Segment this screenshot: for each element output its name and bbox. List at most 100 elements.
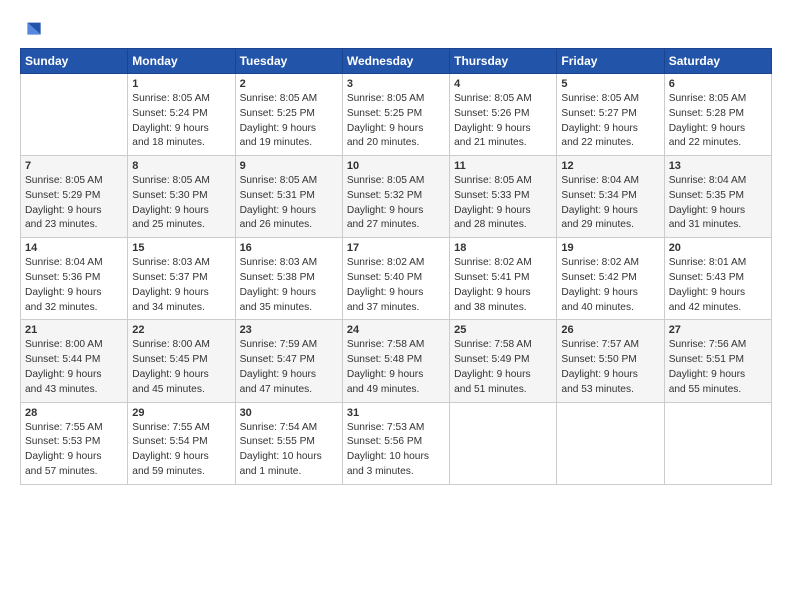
day-number: 10 — [347, 160, 445, 172]
day-info: Sunrise: 7:54 AM Sunset: 5:55 PM Dayligh… — [240, 421, 338, 480]
header — [20, 16, 772, 40]
calendar-cell: 30 Sunrise: 7:54 AM Sunset: 5:55 PM Dayli… — [235, 402, 342, 484]
calendar-cell: 29 Sunrise: 7:55 AM Sunset: 5:54 PM Dayli… — [128, 402, 235, 484]
calendar-cell: 17 Sunrise: 8:02 AM Sunset: 5:40 PM Dayli… — [342, 238, 449, 320]
day-number: 26 — [561, 324, 659, 336]
calendar-cell: 19Sunrise: 8:02 AM Sunset: 5:42 PM Dayli… — [557, 238, 664, 320]
day-number: 30 — [240, 407, 338, 419]
calendar-body: 1 Sunrise: 8:05 AM Sunset: 5:24 PM Daylig… — [21, 74, 772, 485]
calendar-cell: 21 Sunrise: 8:00 AM Sunset: 5:44 PM Dayli… — [21, 320, 128, 402]
day-info: Sunrise: 8:04 AM Sunset: 5:34 PM Dayligh… — [561, 174, 659, 233]
calendar-cell: 16Sunrise: 8:03 AM Sunset: 5:38 PM Dayli… — [235, 238, 342, 320]
calendar-cell: 25 Sunrise: 7:58 AM Sunset: 5:49 PM Dayli… — [450, 320, 557, 402]
day-info: Sunrise: 8:00 AM Sunset: 5:44 PM Dayligh… — [25, 338, 123, 397]
day-info: Sunrise: 7:58 AM Sunset: 5:48 PM Dayligh… — [347, 338, 445, 397]
day-number: 7 — [25, 160, 123, 172]
calendar-cell: 15 Sunrise: 8:03 AM Sunset: 5:37 PM Dayli… — [128, 238, 235, 320]
calendar-cell: 1 Sunrise: 8:05 AM Sunset: 5:24 PM Daylig… — [128, 74, 235, 156]
calendar-cell — [21, 74, 128, 156]
day-number: 15 — [132, 242, 230, 254]
page: SundayMondayTuesdayWednesdayThursdayFrid… — [0, 0, 792, 495]
day-info: Sunrise: 7:53 AM Sunset: 5:56 PM Dayligh… — [347, 421, 445, 480]
day-info: Sunrise: 8:05 AM Sunset: 5:29 PM Dayligh… — [25, 174, 123, 233]
calendar-cell — [450, 402, 557, 484]
weekday-row: SundayMondayTuesdayWednesdayThursdayFrid… — [21, 49, 772, 74]
day-info: Sunrise: 8:05 AM Sunset: 5:26 PM Dayligh… — [454, 92, 552, 151]
calendar-cell: 28 Sunrise: 7:55 AM Sunset: 5:53 PM Dayli… — [21, 402, 128, 484]
calendar-week-row: 1 Sunrise: 8:05 AM Sunset: 5:24 PM Daylig… — [21, 74, 772, 156]
calendar-cell: 13 Sunrise: 8:04 AM Sunset: 5:35 PM Dayli… — [664, 156, 771, 238]
day-number: 18 — [454, 242, 552, 254]
day-number: 5 — [561, 78, 659, 90]
day-number: 23 — [240, 324, 338, 336]
day-info: Sunrise: 7:58 AM Sunset: 5:49 PM Dayligh… — [454, 338, 552, 397]
day-info: Sunrise: 7:59 AM Sunset: 5:47 PM Dayligh… — [240, 338, 338, 397]
day-number: 22 — [132, 324, 230, 336]
day-number: 17 — [347, 242, 445, 254]
day-number: 1 — [132, 78, 230, 90]
weekday-header: Wednesday — [342, 49, 449, 74]
calendar-cell: 2Sunrise: 8:05 AM Sunset: 5:25 PM Daylig… — [235, 74, 342, 156]
day-info: Sunrise: 7:55 AM Sunset: 5:54 PM Dayligh… — [132, 421, 230, 480]
weekday-header: Saturday — [664, 49, 771, 74]
day-number: 11 — [454, 160, 552, 172]
calendar-cell — [664, 402, 771, 484]
calendar-week-row: 7 Sunrise: 8:05 AM Sunset: 5:29 PM Daylig… — [21, 156, 772, 238]
calendar-cell: 9 Sunrise: 8:05 AM Sunset: 5:31 PM Daylig… — [235, 156, 342, 238]
day-info: Sunrise: 7:57 AM Sunset: 5:50 PM Dayligh… — [561, 338, 659, 397]
day-info: Sunrise: 8:05 AM Sunset: 5:25 PM Dayligh… — [240, 92, 338, 151]
day-info: Sunrise: 8:03 AM Sunset: 5:37 PM Dayligh… — [132, 256, 230, 315]
day-number: 4 — [454, 78, 552, 90]
weekday-header: Sunday — [21, 49, 128, 74]
calendar-cell: 27Sunrise: 7:56 AM Sunset: 5:51 PM Dayli… — [664, 320, 771, 402]
weekday-header: Monday — [128, 49, 235, 74]
day-number: 27 — [669, 324, 767, 336]
calendar-cell: 12 Sunrise: 8:04 AM Sunset: 5:34 PM Dayli… — [557, 156, 664, 238]
day-info: Sunrise: 8:05 AM Sunset: 5:24 PM Dayligh… — [132, 92, 230, 151]
weekday-header: Tuesday — [235, 49, 342, 74]
calendar-cell — [557, 402, 664, 484]
day-info: Sunrise: 8:05 AM Sunset: 5:28 PM Dayligh… — [669, 92, 767, 151]
calendar-cell: 18 Sunrise: 8:02 AM Sunset: 5:41 PM Dayli… — [450, 238, 557, 320]
day-info: Sunrise: 8:05 AM Sunset: 5:25 PM Dayligh… — [347, 92, 445, 151]
day-number: 24 — [347, 324, 445, 336]
day-info: Sunrise: 8:05 AM Sunset: 5:32 PM Dayligh… — [347, 174, 445, 233]
day-number: 28 — [25, 407, 123, 419]
calendar-week-row: 21 Sunrise: 8:00 AM Sunset: 5:44 PM Dayli… — [21, 320, 772, 402]
calendar-cell: 6 Sunrise: 8:05 AM Sunset: 5:28 PM Daylig… — [664, 74, 771, 156]
calendar-cell: 7 Sunrise: 8:05 AM Sunset: 5:29 PM Daylig… — [21, 156, 128, 238]
day-info: Sunrise: 8:05 AM Sunset: 5:30 PM Dayligh… — [132, 174, 230, 233]
day-number: 13 — [669, 160, 767, 172]
weekday-header: Thursday — [450, 49, 557, 74]
calendar-cell: 5 Sunrise: 8:05 AM Sunset: 5:27 PM Daylig… — [557, 74, 664, 156]
day-info: Sunrise: 8:00 AM Sunset: 5:45 PM Dayligh… — [132, 338, 230, 397]
day-number: 25 — [454, 324, 552, 336]
day-number: 29 — [132, 407, 230, 419]
day-number: 21 — [25, 324, 123, 336]
calendar-cell: 22 Sunrise: 8:00 AM Sunset: 5:45 PM Dayli… — [128, 320, 235, 402]
day-number: 14 — [25, 242, 123, 254]
calendar-week-row: 28 Sunrise: 7:55 AM Sunset: 5:53 PM Dayli… — [21, 402, 772, 484]
calendar-table: SundayMondayTuesdayWednesdayThursdayFrid… — [20, 48, 772, 485]
day-info: Sunrise: 8:02 AM Sunset: 5:42 PM Dayligh… — [561, 256, 659, 315]
day-number: 12 — [561, 160, 659, 172]
day-info: Sunrise: 8:04 AM Sunset: 5:36 PM Dayligh… — [25, 256, 123, 315]
weekday-header: Friday — [557, 49, 664, 74]
calendar-cell: 4 Sunrise: 8:05 AM Sunset: 5:26 PM Daylig… — [450, 74, 557, 156]
day-info: Sunrise: 8:05 AM Sunset: 5:27 PM Dayligh… — [561, 92, 659, 151]
day-number: 9 — [240, 160, 338, 172]
calendar-header: SundayMondayTuesdayWednesdayThursdayFrid… — [21, 49, 772, 74]
day-info: Sunrise: 8:02 AM Sunset: 5:40 PM Dayligh… — [347, 256, 445, 315]
day-number: 6 — [669, 78, 767, 90]
logo — [20, 20, 42, 40]
day-number: 3 — [347, 78, 445, 90]
day-info: Sunrise: 8:04 AM Sunset: 5:35 PM Dayligh… — [669, 174, 767, 233]
day-number: 8 — [132, 160, 230, 172]
day-info: Sunrise: 8:05 AM Sunset: 5:31 PM Dayligh… — [240, 174, 338, 233]
day-info: Sunrise: 8:02 AM Sunset: 5:41 PM Dayligh… — [454, 256, 552, 315]
day-info: Sunrise: 8:01 AM Sunset: 5:43 PM Dayligh… — [669, 256, 767, 315]
day-info: Sunrise: 7:55 AM Sunset: 5:53 PM Dayligh… — [25, 421, 123, 480]
calendar-cell: 24 Sunrise: 7:58 AM Sunset: 5:48 PM Dayli… — [342, 320, 449, 402]
day-number: 31 — [347, 407, 445, 419]
day-info: Sunrise: 8:03 AM Sunset: 5:38 PM Dayligh… — [240, 256, 338, 315]
